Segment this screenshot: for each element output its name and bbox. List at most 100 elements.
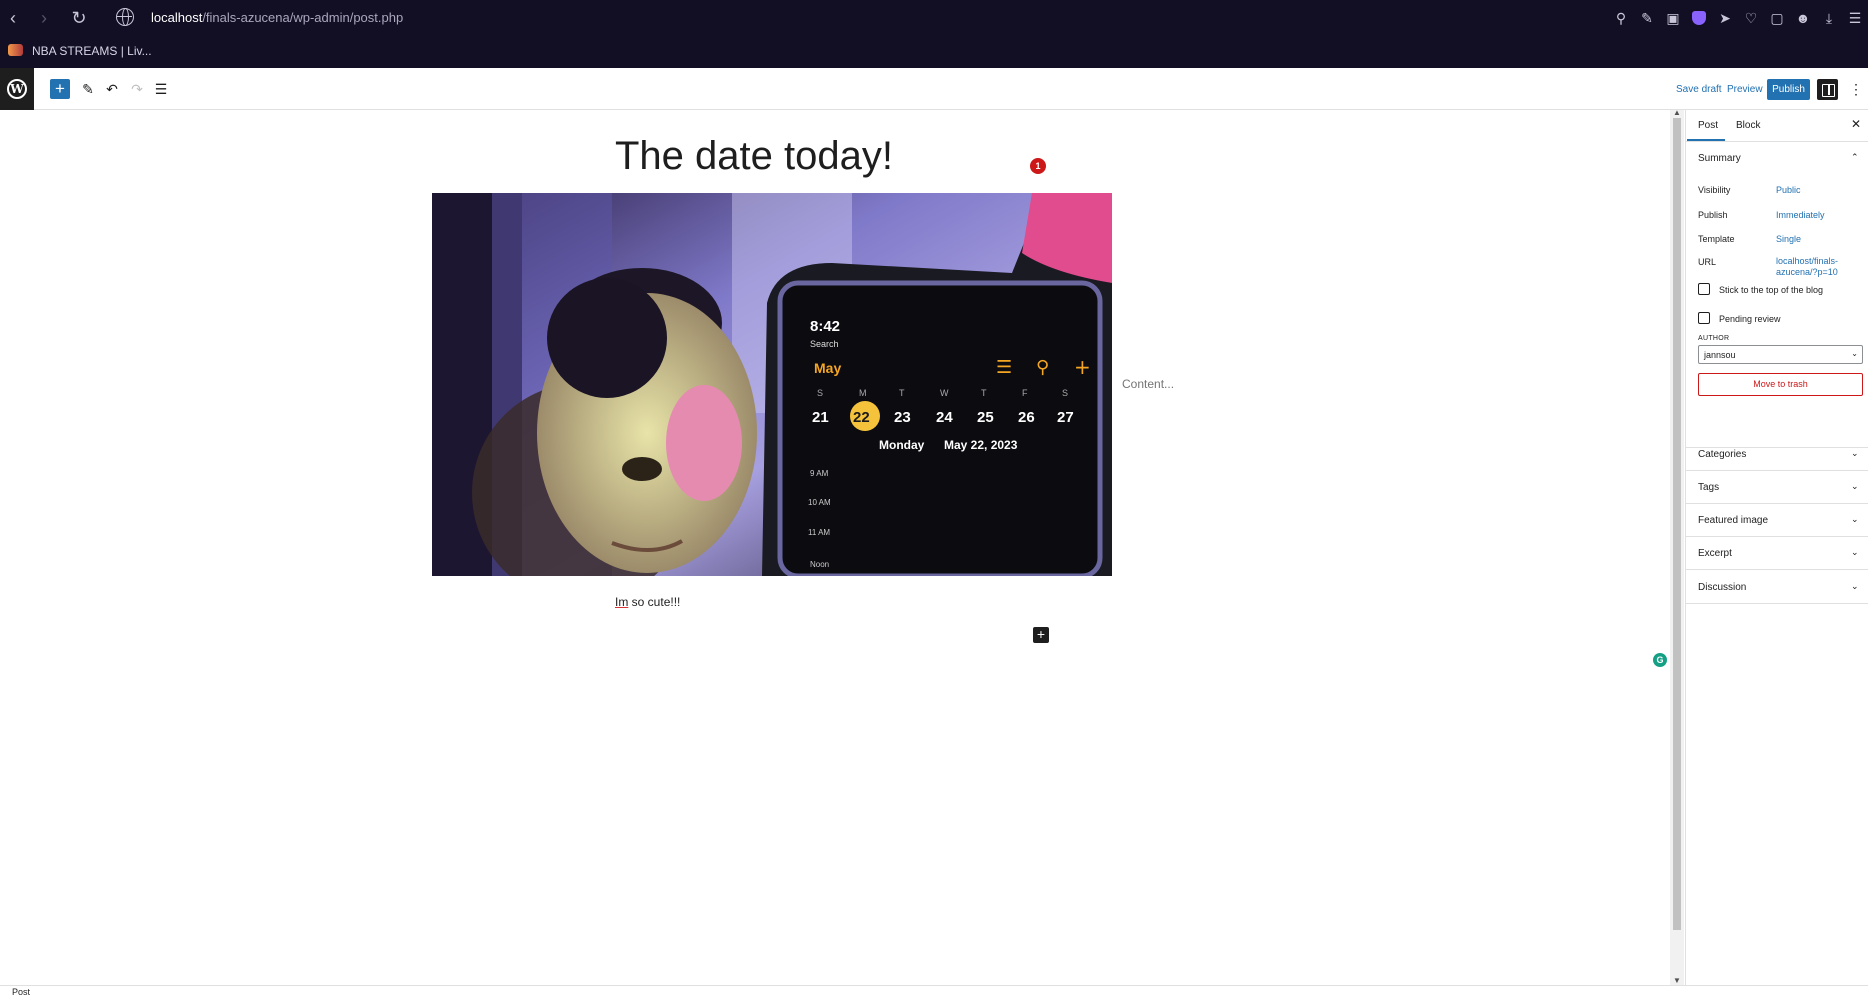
excerpt-panel[interactable]: Excerpt ⌄ <box>1686 537 1868 570</box>
reload-icon[interactable]: ↻ <box>66 5 92 31</box>
site-info-icon[interactable] <box>116 8 134 26</box>
scroll-thumb[interactable] <box>1673 118 1681 930</box>
summary-panel: Summary ⌃ Visibility Public Publish Imme… <box>1686 142 1868 448</box>
phone-back: Search <box>810 339 839 349</box>
chevron-down-icon: ⌄ <box>1851 349 1858 358</box>
settings-sidebar: Post Block ✕ Summary ⌃ Visibility Public… <box>1685 110 1868 985</box>
weekday-label: S <box>817 388 823 398</box>
bookmark-favicon-icon <box>8 44 23 56</box>
grammarly-icon[interactable]: G <box>1653 653 1667 667</box>
phone-month: May <box>814 360 841 376</box>
tab-post[interactable]: Post <box>1686 120 1726 141</box>
post-title[interactable]: The date today! <box>615 134 893 179</box>
phone-date-day: Monday <box>879 438 925 452</box>
content-placeholder[interactable]: Content... <box>1122 377 1174 391</box>
url-value[interactable]: localhost/finals-azucena/?p=10 <box>1776 256 1856 278</box>
paragraph-text: so cute!!! <box>628 595 681 609</box>
categories-title: Categories <box>1698 449 1747 460</box>
redo-icon[interactable]: ↷ <box>127 79 147 99</box>
tab-block[interactable]: Block <box>1736 120 1760 131</box>
discussion-panel[interactable]: Discussion ⌄ <box>1686 571 1868 604</box>
post-image-photo: 8:42 Search May S M T W T F S 21 22 23 2… <box>432 193 1112 576</box>
settings-sidebar-toggle-icon[interactable] <box>1817 79 1838 100</box>
profile-icon[interactable]: ☻ <box>1790 6 1816 30</box>
editor-canvas: The date today! 1 8:42 Search May S M T … <box>0 110 1670 985</box>
pending-review-checkbox[interactable] <box>1698 312 1710 324</box>
bookmark-nba-streams[interactable]: NBA STREAMS | Liv... <box>32 44 152 58</box>
preview-button[interactable]: Preview <box>1727 84 1763 95</box>
document-overview-icon[interactable]: ☰ <box>151 79 171 99</box>
weekday-label: S <box>1062 388 1068 398</box>
paragraph-block[interactable]: Im so cute!!! <box>615 595 680 609</box>
tools-edit-icon[interactable]: ✎ <box>78 79 98 99</box>
tags-title: Tags <box>1698 482 1720 493</box>
forward-icon[interactable]: › <box>31 5 57 31</box>
scroll-up-icon[interactable]: ▲ <box>1673 108 1681 117</box>
categories-panel[interactable]: Categories ⌄ <box>1686 438 1868 471</box>
editor-scrollbar[interactable]: ▲ ▼ <box>1670 108 1684 985</box>
browser-chrome: ‹ › ↻ localhost/finals-azucena/wp-admin/… <box>0 0 1868 68</box>
date-label: 21 <box>812 409 829 426</box>
camera-icon[interactable]: ▣ <box>1660 6 1686 30</box>
date-label: 22 <box>853 409 870 426</box>
date-label: 23 <box>894 409 911 426</box>
tags-panel[interactable]: Tags ⌄ <box>1686 471 1868 504</box>
date-label: 27 <box>1057 409 1074 426</box>
hour-label: Noon <box>810 560 829 569</box>
close-icon[interactable]: ✕ <box>1851 117 1861 131</box>
date-label: 26 <box>1018 409 1035 426</box>
stick-to-top-checkbox[interactable] <box>1698 283 1710 295</box>
chevron-down-icon: ⌄ <box>1851 448 1859 458</box>
back-icon[interactable]: ‹ <box>0 5 26 31</box>
editor-footer: Post <box>0 985 1868 997</box>
featured-image-title: Featured image <box>1698 515 1769 526</box>
add-block-button[interactable]: + <box>1033 627 1049 643</box>
phone-add-icon: + <box>1074 355 1091 379</box>
weekday-label: T <box>899 388 905 398</box>
hour-label: 10 AM <box>808 498 831 507</box>
scroll-down-icon[interactable]: ▼ <box>1673 976 1681 985</box>
post-image[interactable]: 8:42 Search May S M T W T F S 21 22 23 2… <box>432 193 1112 576</box>
phone-date-full: May 22, 2023 <box>944 438 1018 452</box>
address-bar[interactable]: localhost/finals-azucena/wp-admin/post.p… <box>151 10 403 25</box>
url-path: /finals-azucena/wp-admin/post.php <box>202 10 404 25</box>
template-label: Template <box>1698 234 1735 244</box>
phone-list-icon: ☰ <box>996 357 1012 378</box>
undo-icon[interactable]: ↶ <box>102 79 122 99</box>
heart-icon[interactable]: ♡ <box>1738 6 1764 30</box>
shield-icon[interactable] <box>1686 6 1712 30</box>
search-icon[interactable]: ⚲ <box>1608 6 1634 30</box>
publish-value[interactable]: Immediately <box>1776 210 1825 220</box>
publish-button[interactable]: Publish <box>1767 79 1810 100</box>
extension-toolbar: ⚲ ✎ ▣ ➤ ♡ ▢ ☻ ⤓ ☰ <box>1608 6 1868 30</box>
author-select[interactable]: jannsou ⌄ <box>1698 345 1863 364</box>
editor-toolbar: W + ✎ ↶ ↷ ☰ Save draft Preview Publish ⋮ <box>0 68 1868 110</box>
block-inserter-button[interactable]: + <box>50 79 70 99</box>
box-icon[interactable]: ▢ <box>1764 6 1790 30</box>
weekday-label: T <box>981 388 987 398</box>
notification-badge[interactable]: 1 <box>1030 158 1046 174</box>
chevron-down-icon: ⌄ <box>1851 581 1859 591</box>
save-draft-button[interactable]: Save draft <box>1676 84 1722 95</box>
download-icon[interactable]: ⤓ <box>1816 6 1842 30</box>
url-label: URL <box>1698 257 1717 267</box>
date-label: 25 <box>977 409 994 426</box>
publish-label: Publish <box>1698 210 1728 220</box>
template-value[interactable]: Single <box>1776 234 1801 244</box>
excerpt-title: Excerpt <box>1698 548 1732 559</box>
breadcrumb[interactable]: Post <box>12 987 30 997</box>
wordpress-logo-icon[interactable]: W <box>0 68 34 110</box>
paragraph-misspelled-word: Im <box>615 595 629 609</box>
summary-title[interactable]: Summary <box>1698 153 1741 164</box>
chevron-down-icon: ⌄ <box>1851 481 1859 491</box>
more-options-icon[interactable]: ⋮ <box>1849 79 1863 99</box>
sidebar-tabs: Post Block ✕ <box>1686 110 1868 142</box>
send-icon[interactable]: ➤ <box>1712 6 1738 30</box>
move-to-trash-button[interactable]: Move to trash <box>1698 373 1863 396</box>
url-host: localhost <box>151 10 203 25</box>
menu-icon[interactable]: ☰ <box>1842 6 1868 30</box>
chevron-up-icon[interactable]: ⌃ <box>1851 152 1859 163</box>
visibility-value[interactable]: Public <box>1776 185 1801 195</box>
edit-icon[interactable]: ✎ <box>1634 6 1660 30</box>
featured-image-panel[interactable]: Featured image ⌄ <box>1686 504 1868 537</box>
